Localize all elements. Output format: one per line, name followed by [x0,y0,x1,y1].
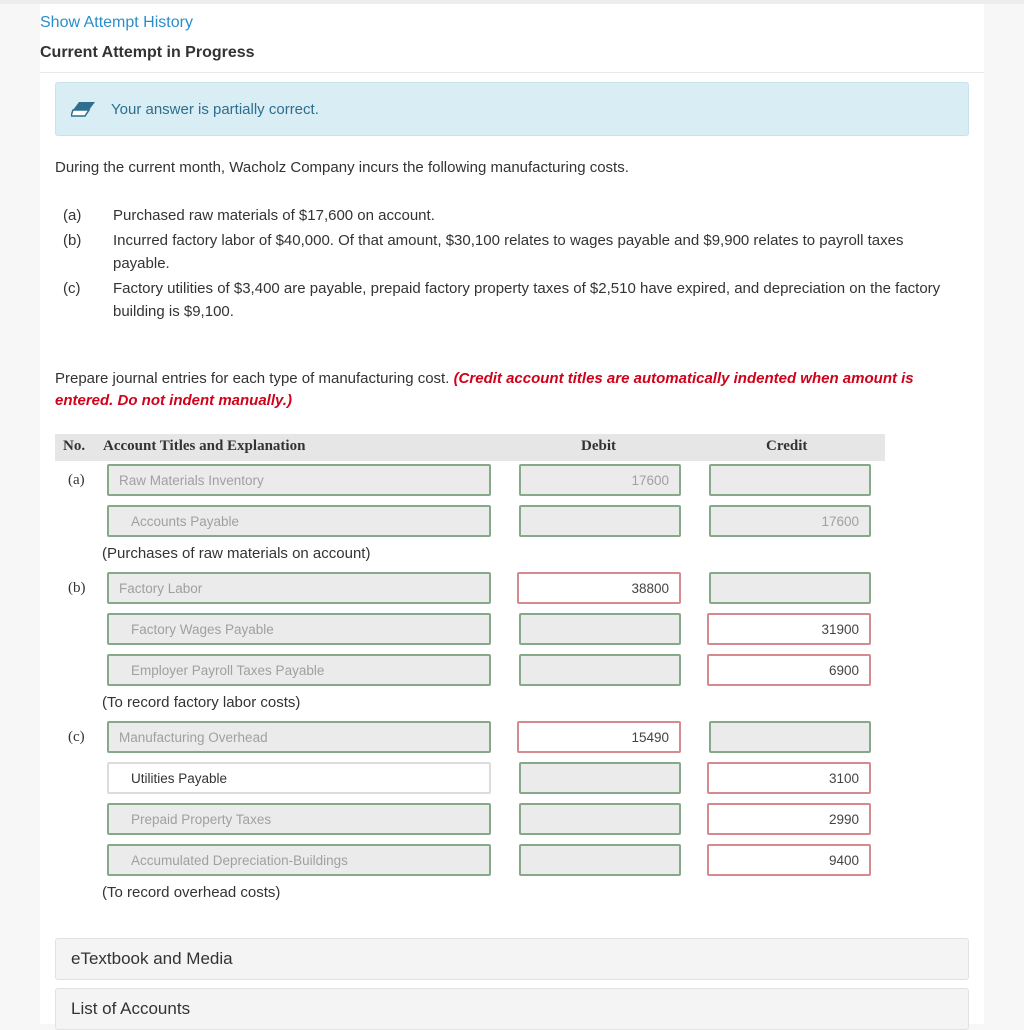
credit-input[interactable]: 17600 [709,505,871,537]
eraser-icon [69,101,97,117]
problem-item: (a) Purchased raw materials of $17,600 o… [55,204,955,227]
problem-intro: During the current month, Wacholz Compan… [55,159,629,176]
debit-input[interactable] [519,803,681,835]
entry-explanation: (Purchases of raw materials on account) [102,545,371,562]
credit-input[interactable] [709,721,871,753]
header-debit: Debit [581,438,616,454]
problem-item: (b) Incurred factory labor of $40,000. O… [55,229,955,275]
account-title-input[interactable]: Factory Labor [107,572,491,604]
instructions: Prepare journal entries for each type of… [55,368,965,412]
header-no: No. [63,438,86,454]
account-title-input[interactable]: Utilities Payable [107,762,491,794]
entry-explanation: (To record factory labor costs) [102,694,301,711]
divider [40,72,984,73]
instruction-text: Prepare journal entries for each type of… [55,370,450,387]
account-title-input[interactable]: Employer Payroll Taxes Payable [107,654,491,686]
entry-number: (c) [68,729,85,745]
credit-input[interactable]: 6900 [707,654,871,686]
feedback-banner: Your answer is partially correct. [55,82,969,136]
entry-explanation: (To record overhead costs) [102,884,281,901]
credit-input[interactable]: 31900 [707,613,871,645]
problem-items: (a) Purchased raw materials of $17,600 o… [55,204,955,325]
item-text: Incurred factory labor of $40,000. Of th… [113,232,904,272]
item-label: (a) [63,207,82,224]
debit-input[interactable]: 15490 [517,721,681,753]
account-title-input[interactable]: Accumulated Depreciation-Buildings [107,844,491,876]
debit-input[interactable] [519,762,681,794]
credit-input[interactable] [709,572,871,604]
entry-number: (a) [68,472,85,488]
debit-input[interactable] [519,613,681,645]
header-credit: Credit [766,438,808,454]
table-header: No. Account Titles and Explanation Debit… [55,434,885,461]
etextbook-media-panel[interactable]: eTextbook and Media [55,938,969,980]
account-title-input[interactable]: Prepaid Property Taxes [107,803,491,835]
account-title-input[interactable]: Manufacturing Overhead [107,721,491,753]
debit-input[interactable]: 38800 [517,572,681,604]
credit-input[interactable]: 9400 [707,844,871,876]
debit-input[interactable] [519,654,681,686]
debit-input[interactable] [519,844,681,876]
credit-input[interactable]: 3100 [707,762,871,794]
feedback-message: Your answer is partially correct. [111,100,319,118]
entry-number: (b) [68,580,86,596]
problem-item: (c) Factory utilities of $3,400 are paya… [55,277,955,323]
account-title-input[interactable]: Raw Materials Inventory [107,464,491,496]
credit-input[interactable] [709,464,871,496]
debit-input[interactable] [519,505,681,537]
item-label: (b) [63,232,82,249]
item-text: Factory utilities of $3,400 are payable,… [113,280,941,320]
attempt-title: Current Attempt in Progress [40,44,255,61]
question-page: Show Attempt History Current Attempt in … [40,4,984,1030]
show-attempt-history-link[interactable]: Show Attempt History [40,14,193,32]
item-label: (c) [63,280,81,297]
header-account: Account Titles and Explanation [103,438,306,454]
account-title-input[interactable]: Accounts Payable [107,505,491,537]
credit-input[interactable]: 2990 [707,803,871,835]
account-title-input[interactable]: Factory Wages Payable [107,613,491,645]
item-text: Purchased raw materials of $17,600 on ac… [113,207,435,224]
debit-input[interactable]: 17600 [519,464,681,496]
